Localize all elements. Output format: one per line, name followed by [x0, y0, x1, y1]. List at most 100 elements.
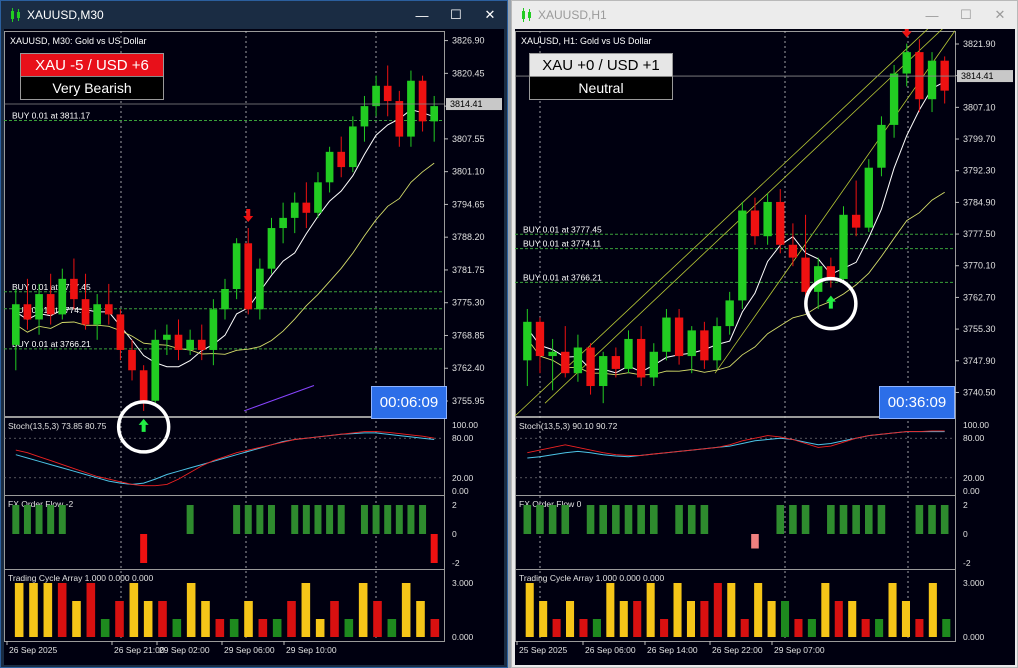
- sentiment-label: Very Bearish: [21, 76, 163, 99]
- order-flow-tick-label: 0: [963, 529, 968, 539]
- stoch-tick-label: 0.00: [963, 486, 980, 496]
- cycle-bar: [387, 619, 397, 637]
- candle-body: [139, 370, 148, 401]
- ma-slow-line: [15, 162, 435, 355]
- candle-body: [407, 80, 415, 137]
- order-flow-tick-label: 0: [452, 529, 457, 539]
- stoch-tick-label: 100.00: [963, 420, 989, 430]
- price-tick-label: 3740.50: [963, 387, 996, 397]
- cycle-bar: [928, 583, 937, 637]
- buy-order-label-0: BUY 0.01 at 3811.17: [12, 110, 90, 120]
- buy-order-label-1: BUY 0.01 at 3777.45: [12, 282, 91, 292]
- stoch-tick-label: 80.00: [963, 433, 985, 443]
- order-flow-bar: [624, 505, 633, 534]
- candle-body: [209, 309, 218, 350]
- cycle-bar: [201, 601, 210, 637]
- price-tick-label: 3794.65: [452, 199, 485, 209]
- price-tick-label: 3762.70: [963, 292, 996, 302]
- order-flow-bar: [650, 505, 658, 534]
- candle-body: [611, 356, 621, 369]
- candle-body: [687, 330, 696, 357]
- cycle-bar: [646, 583, 655, 637]
- cycle-bar: [158, 601, 167, 637]
- candle-body: [186, 339, 194, 350]
- stoch-tick-label: 20.00: [452, 473, 474, 483]
- candlestick-icon: [518, 1, 536, 29]
- candle-body: [337, 151, 346, 168]
- candle-body: [93, 304, 101, 325]
- cycle-bar: [115, 601, 124, 637]
- cycle-bar: [552, 619, 561, 637]
- window-xauusd-m30[interactable]: XAUUSD,M30 — ☐ ✕ XAUUSD, M30: Gold vs US…: [0, 0, 508, 668]
- time-tick-label: 29 Sep 06:00: [224, 645, 275, 655]
- maximize-icon[interactable]: ☐: [949, 1, 983, 29]
- chart-area[interactable]: XAUUSD, M30: Gold vs US Dollar 3826.90 382…: [4, 29, 504, 665]
- order-flow-tick-label: -2: [963, 558, 971, 568]
- price-tick-label: 3755.30: [963, 324, 996, 334]
- close-icon[interactable]: ✕: [473, 1, 507, 29]
- candle-body: [548, 351, 557, 357]
- cycle-bar: [315, 619, 325, 637]
- cycle-bar: [143, 601, 153, 637]
- cycle-bar: [229, 619, 239, 637]
- maximize-icon[interactable]: ☐: [439, 1, 473, 29]
- window-title: XAUUSD,H1: [538, 8, 607, 22]
- candle-body: [11, 304, 20, 345]
- order-flow-tick-label: 2: [963, 500, 968, 510]
- order-flow-tick-label: 2: [452, 500, 457, 510]
- candle-body: [23, 304, 32, 320]
- cycle-bar: [14, 583, 24, 637]
- cycle-bar: [566, 601, 575, 637]
- candle-body: [290, 202, 299, 218]
- candle-body: [738, 210, 747, 301]
- order-flow-bar: [35, 505, 43, 534]
- close-icon[interactable]: ✕: [983, 1, 1017, 29]
- cycle-bar: [72, 601, 81, 637]
- buy-order-label-3: BUY 0.01 at 3766.21: [12, 339, 91, 349]
- order-flow-bar: [865, 505, 873, 534]
- chart-area[interactable]: XAUUSD, H1: Gold vs US Dollar 3821.90 3814…: [515, 29, 1015, 665]
- cycle-bar: [619, 601, 628, 637]
- minimize-icon[interactable]: —: [405, 1, 439, 29]
- chart-header: XAUUSD, M30: Gold vs US Dollar: [10, 36, 147, 46]
- order-flow-bar: [852, 505, 860, 534]
- candle-body: [267, 228, 276, 269]
- stoch-label: Stoch(13,5,3) 90.10 90.72: [519, 421, 618, 431]
- candle-body: [221, 289, 229, 310]
- order-flow-bar: [23, 505, 31, 534]
- candle-body: [81, 299, 90, 325]
- minimize-icon[interactable]: —: [915, 1, 949, 29]
- window-titlebar[interactable]: XAUUSD,M30 — ☐ ✕: [1, 1, 507, 29]
- order-flow-bar: [700, 505, 709, 534]
- candle-body: [586, 347, 595, 387]
- order-flow-bar: [675, 505, 683, 534]
- window-xauusd-h1[interactable]: XAUUSD,H1 — ☐ ✕ XAUUSD, H1: Gold vs US D…: [511, 0, 1018, 668]
- candle-body: [839, 214, 848, 280]
- candle-body: [395, 101, 404, 137]
- cycle-bar: [781, 601, 790, 637]
- sentiment-score: XAU +0 / USD +1: [530, 54, 672, 76]
- price-chart-svg[interactable]: XAUUSD, M30: Gold vs US Dollar 3826.90 382…: [4, 29, 504, 665]
- cycle-bar: [848, 601, 857, 637]
- price-chart-svg[interactable]: XAUUSD, H1: Gold vs US Dollar 3821.90 3814…: [515, 29, 1015, 665]
- order-flow-bar: [561, 505, 570, 534]
- cycle-bar: [100, 619, 110, 637]
- pane-frame-2: [515, 495, 956, 570]
- order-flow-bar: [268, 505, 275, 534]
- cycle-tick-label: 3.000: [963, 578, 985, 588]
- cycle-tick-label: 0.000: [963, 632, 985, 642]
- cycle-bar: [244, 601, 253, 637]
- order-flow-bar: [372, 505, 380, 534]
- candle-body: [418, 80, 427, 122]
- candle-countdown-timer: 00:36:09: [879, 386, 955, 419]
- order-flow-bar: [523, 505, 532, 534]
- price-tick-label: 3747.90: [963, 356, 996, 366]
- order-flow-bar: [360, 505, 368, 534]
- cycle-bar: [373, 601, 382, 637]
- order-flow-bar: [395, 505, 403, 534]
- window-titlebar[interactable]: XAUUSD,H1 — ☐ ✕: [512, 1, 1017, 29]
- cycle-bar: [86, 583, 96, 637]
- cycle-bar: [606, 583, 615, 637]
- candle-body: [864, 167, 873, 228]
- candle-body: [636, 338, 646, 378]
